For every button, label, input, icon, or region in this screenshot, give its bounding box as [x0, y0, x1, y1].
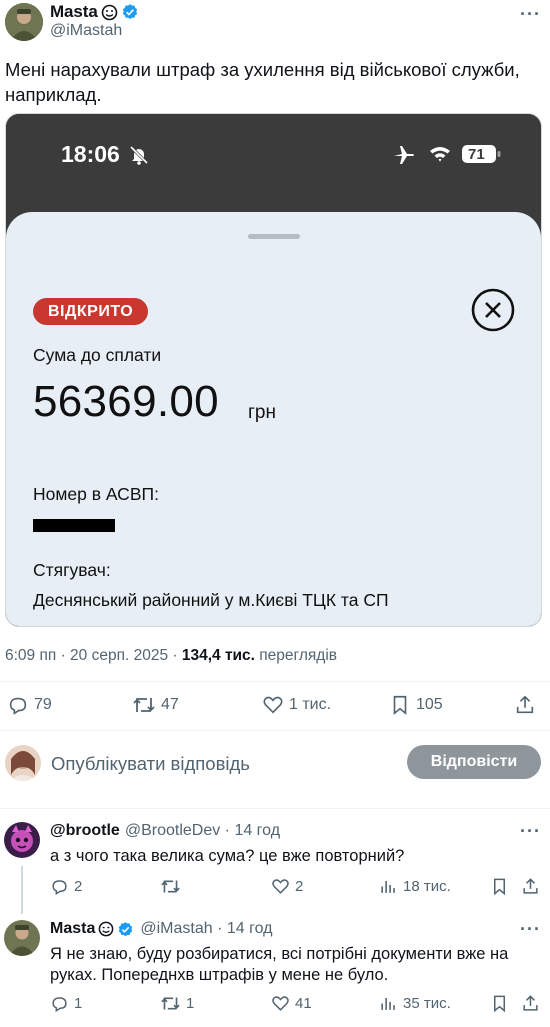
- reply-avatar[interactable]: [4, 920, 40, 956]
- bookmark-icon: [493, 995, 506, 1013]
- retweet-icon: [161, 997, 180, 1010]
- share-button[interactable]: [514, 694, 541, 716]
- reply-retweet-count: 1: [186, 995, 195, 1012]
- views-label: переглядів: [254, 647, 338, 664]
- like-button[interactable]: 1 тис.: [262, 694, 331, 716]
- reply-views-button[interactable]: 35 тис.: [379, 994, 451, 1013]
- reply-button[interactable]: 79: [7, 694, 52, 716]
- reply-input[interactable]: Опублікувати відповідь: [51, 753, 250, 775]
- reply-like-button[interactable]: 2: [271, 877, 303, 896]
- retweet-icon: [133, 698, 155, 712]
- airplane-icon: [392, 143, 416, 167]
- verified-icon: [121, 3, 139, 21]
- reply-reply-button[interactable]: 1: [50, 994, 82, 1013]
- reply-count: 79: [34, 696, 52, 713]
- sheet-grab-handle[interactable]: [248, 234, 300, 239]
- more-options-button[interactable]: ···: [520, 4, 541, 25]
- status-badge: ВІДКРИТО: [33, 298, 149, 325]
- divider: [0, 681, 550, 682]
- reply-reply-count: 1: [74, 995, 83, 1012]
- retweet-count: 47: [161, 696, 179, 713]
- tweet-text: Мені нарахували штраф за ухилення від ві…: [5, 59, 520, 105]
- tweet-timestamp[interactable]: 6:09 пп · 20 серп. 2025 ·: [5, 647, 182, 664]
- like-count: 1 тис.: [289, 696, 332, 713]
- bookmark-icon: [393, 695, 407, 716]
- author-avatar[interactable]: [5, 3, 43, 41]
- reply-views-button[interactable]: 18 тис.: [379, 877, 451, 896]
- reply-icon: [52, 997, 67, 1012]
- verified-icon: [117, 921, 134, 938]
- reply-share-button[interactable]: [521, 877, 545, 896]
- thread-line: [21, 866, 23, 914]
- tweet-image[interactable]: 18:06 71 ВІДКРИТО Сума до сплати 56369.0…: [5, 113, 542, 627]
- reply-submit-button[interactable]: Відповісти: [407, 745, 541, 779]
- reply-bookmark-button[interactable]: [490, 994, 514, 1013]
- bookmark-count: 105: [416, 696, 443, 713]
- reply-author-handle[interactable]: @iMastah · 14 год: [140, 920, 272, 938]
- views-icon: [381, 880, 395, 893]
- heart-icon: [263, 696, 283, 714]
- reply-header: Masta @iMastah · 14 год: [50, 920, 272, 938]
- views-icon: [381, 997, 395, 1010]
- reply-reply-button[interactable]: 2: [50, 877, 82, 896]
- reply-avatar[interactable]: [4, 822, 40, 858]
- reply-text: Я не знаю, буду розбиратися, всі потрібн…: [50, 945, 509, 984]
- author-name[interactable]: Masta: [50, 2, 98, 22]
- reply-author-name[interactable]: @brootle: [50, 822, 120, 840]
- reply-views-count: 18 тис.: [403, 878, 451, 895]
- reply-icon: [52, 880, 67, 895]
- share-icon: [523, 878, 538, 894]
- wifi-icon: [429, 145, 451, 163]
- divider: [0, 808, 550, 809]
- current-user-avatar[interactable]: [5, 745, 41, 781]
- close-icon[interactable]: [471, 288, 515, 332]
- reply-reply-count: 2: [74, 878, 83, 895]
- redacted-number: [33, 519, 115, 532]
- amount-value: 56369.00: [33, 377, 219, 426]
- reply-bookmark-button[interactable]: [490, 877, 514, 896]
- reply-retweet-button[interactable]: [160, 877, 186, 896]
- heart-icon: [272, 996, 289, 1011]
- share-icon: [523, 995, 538, 1011]
- collector-label: Стягувач:: [33, 560, 111, 580]
- views-count: 134,4 тис.: [181, 647, 255, 664]
- status-time: 18:06: [61, 141, 120, 167]
- retweet-button[interactable]: 47: [132, 694, 179, 716]
- reply-icon: [9, 697, 27, 715]
- author-handle[interactable]: @iMastah: [50, 22, 122, 40]
- share-icon: [516, 695, 534, 714]
- reply-like-count: 2: [295, 878, 304, 895]
- sum-label: Сума до сплати: [33, 345, 162, 365]
- bookmark-icon: [493, 878, 506, 896]
- author-name-row: Masta: [50, 2, 139, 22]
- phone-status-bar: 18:06 71: [6, 114, 541, 214]
- emoji-badge-icon: [101, 4, 118, 21]
- fine-details-sheet: ВІДКРИТО Сума до сплати 56369.00 грн Ном…: [6, 212, 541, 626]
- divider: [0, 730, 550, 731]
- heart-icon: [272, 879, 289, 894]
- battery-level: 71: [468, 146, 485, 163]
- reply-header: @brootle @BrootleDev · 14 год: [50, 822, 280, 840]
- emoji-badge-icon: [98, 921, 114, 937]
- tweet-meta: 6:09 пп · 20 серп. 2025 · 134,4 тис. пер…: [5, 647, 337, 665]
- reply-more-button[interactable]: ···: [520, 919, 541, 940]
- reply-share-button[interactable]: [521, 994, 545, 1013]
- reply-more-button[interactable]: ···: [520, 821, 541, 842]
- reply-author-name[interactable]: Masta: [50, 920, 95, 938]
- reply-views-count: 35 тис.: [403, 995, 451, 1012]
- retweet-icon: [161, 880, 180, 893]
- collector-value: Деснянський районний у м.Києві ТЦК та СП: [33, 590, 389, 610]
- reply-author-handle[interactable]: @BrootleDev · 14 год: [125, 822, 280, 840]
- bookmark-button[interactable]: 105: [389, 694, 443, 716]
- asvp-label: Номер в АСВП:: [33, 484, 159, 504]
- reply-retweet-button[interactable]: 1: [160, 994, 194, 1013]
- bell-muted-icon: [128, 144, 150, 166]
- reply-text: а з чого така велика сума? це вже повтор…: [50, 847, 405, 865]
- currency-label: грн: [248, 402, 276, 423]
- reply-like-button[interactable]: 41: [271, 994, 312, 1013]
- reply-like-count: 41: [295, 995, 312, 1012]
